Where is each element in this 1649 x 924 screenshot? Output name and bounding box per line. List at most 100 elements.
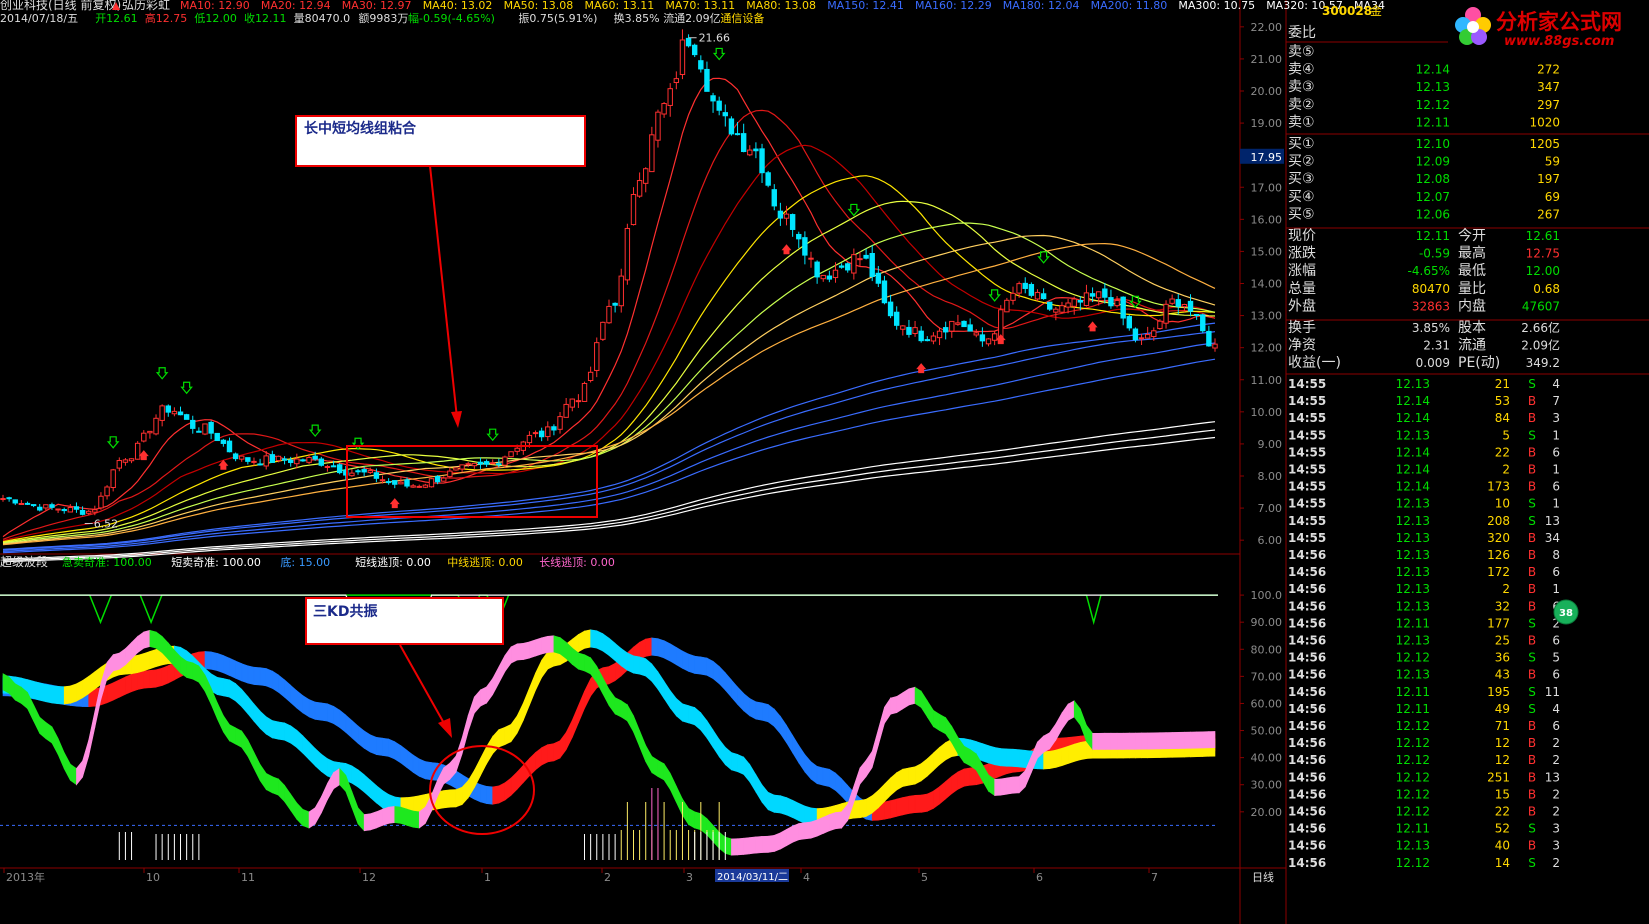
kd-fast-ribbon <box>608 688 616 715</box>
kd-slow-ribbon <box>143 670 151 689</box>
kd-fast-ribbon <box>382 806 389 826</box>
stock-chart-canvas[interactable]: 21.666.5222.0021.0020.0019.0018.0017.001… <box>0 0 1649 924</box>
kd-mid-ribbon <box>308 741 316 767</box>
tick-time: 14:56 <box>1288 599 1326 613</box>
candle-body <box>483 461 490 465</box>
kd-slow-ribbon <box>749 698 757 720</box>
kd-slow-ribbon <box>725 671 732 699</box>
candle-body <box>636 180 643 197</box>
candle-body <box>881 280 888 304</box>
kd-fast-ribbon <box>363 813 371 832</box>
tick-time: 14:56 <box>1288 651 1326 665</box>
sub-y-tick-label: 30.00 <box>1251 779 1283 792</box>
kd-fast-ribbon <box>688 807 695 829</box>
kd-slow-ribbon <box>492 785 500 805</box>
tick-price: 12.12 <box>1396 770 1430 784</box>
tick-time: 14:56 <box>1288 839 1326 853</box>
tick-volume: 172 <box>1487 565 1510 579</box>
candle-body <box>710 95 716 102</box>
tick-count: 6 <box>1552 668 1560 682</box>
candle-body <box>1126 316 1133 329</box>
kd-slow-ribbon <box>608 662 616 685</box>
up-arrow-icon <box>1087 321 1098 332</box>
kd-slow-ribbon <box>382 737 389 757</box>
kd-slow-ribbon <box>773 708 781 735</box>
tick-time: 14:56 <box>1288 616 1326 630</box>
y-tick-label: 7.00 <box>1258 502 1283 515</box>
ma-legend-12: MA300: 10.75 <box>1178 0 1255 12</box>
kd-mid-ribbon <box>639 656 647 677</box>
kd-fast-ribbon <box>474 689 481 714</box>
candle-body <box>1083 292 1090 306</box>
up-arrow-icon <box>781 244 792 255</box>
candle-body <box>471 462 478 467</box>
tick-price: 12.12 <box>1396 719 1430 733</box>
kd-mid-ribbon <box>1080 740 1087 761</box>
down-arrow-icon <box>106 436 120 449</box>
candle-body <box>685 37 692 47</box>
kd-fast-ribbon <box>780 828 787 850</box>
candle-body <box>893 311 900 326</box>
tick-count: 13 <box>1545 514 1560 528</box>
candle-body <box>1120 296 1126 319</box>
candle-body <box>141 432 147 442</box>
tick-time: 14:56 <box>1288 719 1326 733</box>
candle-body <box>1010 292 1016 301</box>
candle-body <box>1212 343 1218 349</box>
candle-body <box>991 333 998 341</box>
x-tick-label: 2013年 <box>6 870 45 884</box>
kd-mid-ribbon <box>143 651 151 672</box>
sell-volume: 297 <box>1537 98 1560 112</box>
tick-time: 14:56 <box>1288 736 1326 750</box>
candle-body <box>379 479 386 482</box>
tick-price: 12.12 <box>1396 753 1430 767</box>
sub-y-tick-label: 100.0 <box>1251 589 1283 602</box>
candle-body <box>838 265 845 268</box>
tick-price: 12.14 <box>1396 463 1430 477</box>
kd-slow-ribbon <box>829 768 836 791</box>
ma-line-150 <box>2 322 1216 550</box>
tick-volume: 126 <box>1487 548 1510 562</box>
candle-body <box>532 432 539 435</box>
kd-slow-ribbon <box>412 754 420 777</box>
tick-count: 1 <box>1552 428 1560 442</box>
tick-time: 14:56 <box>1288 582 1326 596</box>
kd-fast-ribbon <box>235 727 243 748</box>
x-tick-label: 10 <box>146 871 160 884</box>
kd-mid-ribbon <box>229 679 236 702</box>
candle-body <box>594 342 600 371</box>
subchart-legend-0: 急卖奇准: 100.00 <box>62 555 152 569</box>
kd-mid-ribbon <box>1073 742 1081 762</box>
tick-price: 12.13 <box>1396 565 1430 579</box>
kd-mid-ribbon <box>712 728 720 758</box>
buy-price: 12.09 <box>1416 155 1450 169</box>
candle-body <box>704 68 710 92</box>
kd-slow-ribbon <box>388 738 396 760</box>
tick-time: 14:55 <box>1288 531 1326 545</box>
short-sell-signal-line <box>0 594 1218 623</box>
candle-body <box>1095 291 1102 299</box>
kd-fast-ribbon <box>884 697 891 725</box>
tick-time: 14:56 <box>1288 805 1326 819</box>
candle-body <box>863 254 869 259</box>
candle-body <box>673 78 680 84</box>
ma-line-70 <box>2 234 1216 545</box>
kd-mid-ribbon <box>914 763 922 785</box>
kd-mid-ribbon <box>510 714 518 743</box>
candle-body <box>49 504 55 508</box>
candle-body <box>845 263 851 271</box>
kd-fast-ribbon <box>816 816 824 837</box>
kd-fast-ribbon <box>1202 731 1210 749</box>
down-arrow-icon <box>308 424 322 438</box>
tick-volume: 5 <box>1502 428 1510 442</box>
kd-slow-ribbon <box>786 724 793 754</box>
kd-slow-ribbon <box>816 765 824 786</box>
tick-price: 12.11 <box>1396 616 1430 630</box>
stat-value: -4.65% <box>1408 264 1450 278</box>
tick-time: 14:55 <box>1288 463 1326 477</box>
kd-slow-ribbon <box>792 734 800 764</box>
buy-level-label: 买③ <box>1288 171 1315 187</box>
candle-body <box>73 506 80 510</box>
kd-fast-ribbon <box>272 776 279 796</box>
sell-price: 12.11 <box>1416 115 1450 129</box>
